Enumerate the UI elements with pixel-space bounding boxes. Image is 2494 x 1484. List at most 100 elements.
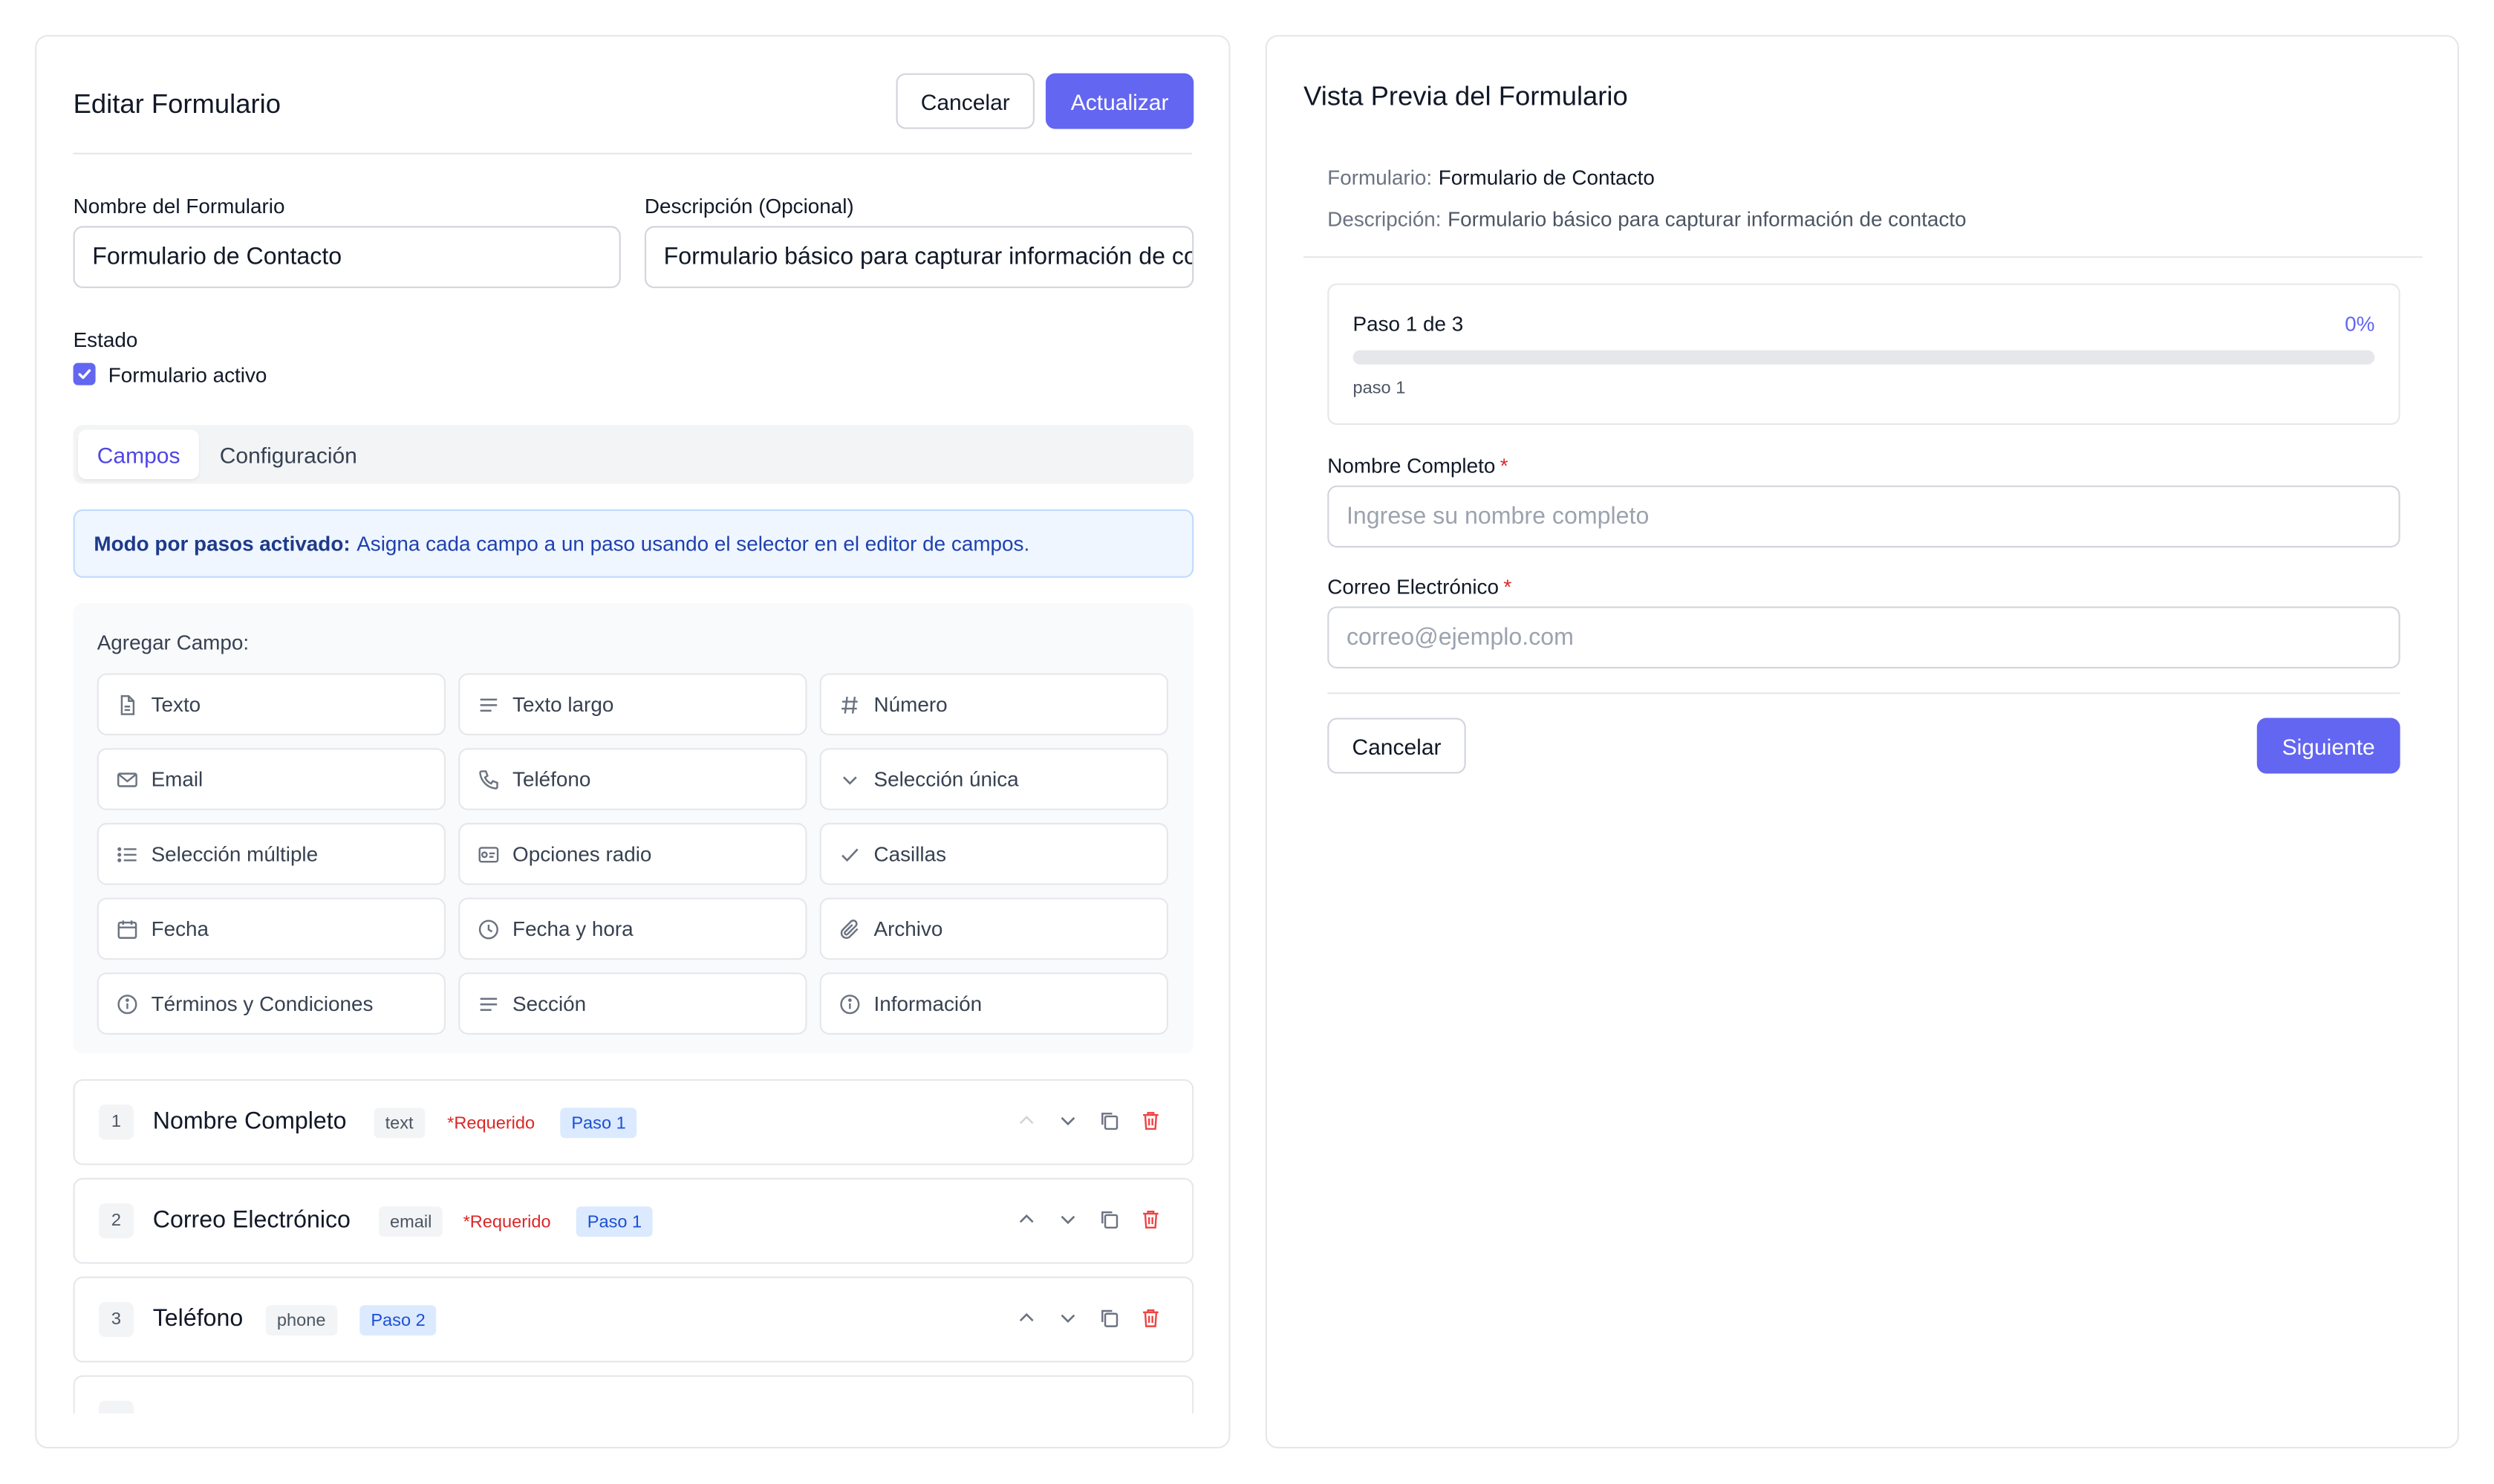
step-badge: Paso 1: [576, 1206, 654, 1237]
editor-header: Editar Formulario Cancelar Actualizar: [73, 73, 1194, 154]
add-field-multiselect-button[interactable]: Selección múltiple: [97, 822, 446, 885]
add-field-phone-button[interactable]: Teléfono: [458, 748, 807, 810]
field-list-overflow: [36, 1375, 1228, 1413]
field-row-nombre-completo[interactable]: 1 Nombre Completo text *Requerido Paso 1: [73, 1078, 1194, 1165]
field-type-label: Selección única: [873, 767, 1019, 792]
move-down-icon[interactable]: [1057, 1208, 1079, 1231]
add-field-number-button[interactable]: Número: [819, 673, 1168, 736]
field-type-label: Texto largo: [512, 692, 614, 717]
duplicate-icon[interactable]: [1098, 1306, 1121, 1329]
check-icon: [78, 369, 91, 380]
move-up-icon[interactable]: [1015, 1306, 1038, 1329]
check-icon: [841, 847, 859, 862]
align-left-icon: [480, 697, 498, 711]
add-field-checkbox-button[interactable]: Casillas: [819, 822, 1168, 885]
add-field-email-button[interactable]: Email: [97, 748, 446, 810]
step-badge: Paso 1: [560, 1107, 637, 1139]
field-type-label: Archivo: [873, 917, 943, 941]
add-field-select-button[interactable]: Selección única: [819, 748, 1168, 810]
step-badge: Paso 2: [359, 1305, 437, 1335]
step-mode-info-banner: Modo por pasos activado: Asigna cada cam…: [73, 509, 1194, 578]
preview-form-value: Formulario de Contacto: [1438, 165, 1655, 190]
preview-form-name: Formulario: Formulario de Contacto: [1327, 166, 1655, 189]
add-field-datetime-button[interactable]: Fecha y hora: [458, 897, 807, 960]
add-field-info-button[interactable]: Información: [819, 972, 1168, 1035]
nombre-completo-input[interactable]: Ingrese su nombre completo: [1327, 485, 2400, 548]
preview-form-description: Descripción: Formulario básico para captu…: [1327, 207, 1966, 231]
nombre-completo-label-text: Nombre Completo: [1327, 453, 1496, 478]
radio-icon: [478, 846, 499, 862]
field-type-label: Fecha y hora: [512, 917, 634, 941]
duplicate-icon[interactable]: [1098, 1208, 1121, 1231]
next-button[interactable]: Siguiente: [2256, 717, 2400, 774]
calendar-icon: [117, 920, 137, 938]
field-type-label: Opciones radio: [512, 842, 652, 866]
progress-percent: 0%: [2345, 312, 2375, 336]
field-name: Teléfono: [152, 1305, 244, 1332]
tab-campos[interactable]: Campos: [78, 429, 200, 480]
active-checkbox[interactable]: [73, 362, 96, 385]
preview-cancel-button[interactable]: Cancelar: [1327, 717, 1466, 774]
field-row-correo-electronico[interactable]: 2 Correo Electrónico email *Requerido Pa…: [73, 1177, 1194, 1264]
preview-title: Vista Previa del Formulario: [1303, 81, 1628, 112]
delete-icon[interactable]: [1139, 1110, 1162, 1132]
preview-desc-label: Descripción:: [1327, 206, 1442, 231]
step-progress-card: Paso 1 de 3 0% paso 1: [1327, 283, 2400, 426]
field-type-label: Número: [873, 692, 948, 717]
field-type-label: Términos y Condiciones: [151, 992, 374, 1016]
required-badge: *Requerido: [447, 1113, 535, 1133]
field-row-telefono[interactable]: 3 Teléfono phone Paso 2: [73, 1276, 1194, 1363]
field-name: Correo Electrónico: [152, 1206, 351, 1234]
field-type-label: Selección múltiple: [151, 842, 319, 866]
add-field-text-button[interactable]: Texto: [97, 673, 446, 736]
add-field-file-button[interactable]: Archivo: [819, 897, 1168, 960]
tab-configuracion[interactable]: Configuración: [201, 430, 377, 479]
delete-icon[interactable]: [1139, 1306, 1162, 1329]
move-up-icon[interactable]: [1015, 1110, 1038, 1132]
field-type-label: Texto: [151, 692, 201, 717]
divider: [1303, 256, 2423, 258]
preview-form-label: Formulario:: [1327, 165, 1433, 190]
move-up-icon[interactable]: [1015, 1208, 1038, 1231]
divider: [1327, 692, 2400, 694]
form-name-label: Nombre del Formulario: [73, 194, 285, 218]
mail-icon: [117, 772, 137, 787]
form-preview-panel: Vista Previa del Formulario Formulario: F…: [1265, 35, 2459, 1449]
info-icon: [840, 994, 860, 1014]
nombre-completo-label: Nombre Completo *: [1327, 454, 1508, 478]
form-name-input[interactable]: Formulario de Contacto: [73, 226, 621, 288]
clock-icon: [478, 919, 498, 939]
add-field-section-button[interactable]: Sección: [458, 972, 807, 1035]
field-order-number: [98, 1400, 134, 1413]
add-field-radio-button[interactable]: Opciones radio: [458, 822, 807, 885]
preview-desc-value: Formulario básico para capturar informac…: [1448, 206, 1967, 231]
duplicate-icon[interactable]: [1098, 1110, 1121, 1132]
cancel-button[interactable]: Cancelar: [896, 73, 1035, 129]
add-field-title: Agregar Campo:: [97, 630, 250, 654]
step-indicator: Paso 1 de 3: [1352, 312, 1464, 336]
delete-icon[interactable]: [1139, 1208, 1162, 1231]
add-field-textarea-button[interactable]: Texto largo: [458, 673, 807, 736]
move-down-icon[interactable]: [1057, 1306, 1079, 1329]
correo-electronico-input[interactable]: correo@ejemplo.com: [1327, 606, 2400, 669]
correo-electronico-label-text: Correo Electrónico: [1327, 574, 1499, 599]
form-editor-panel: Editar Formulario Cancelar Actualizar No…: [35, 35, 1231, 1449]
field-row-partial[interactable]: [73, 1375, 1194, 1413]
form-description-input[interactable]: Formulario básico para capturar informac…: [644, 226, 1194, 288]
progress-bar: [1352, 350, 2375, 365]
field-name: Nombre Completo: [152, 1107, 347, 1135]
field-type-label: Fecha: [151, 917, 209, 941]
move-down-icon[interactable]: [1057, 1110, 1079, 1132]
info-banner-text: Asigna cada campo a un paso usando el se…: [356, 531, 1030, 556]
info-icon: [117, 994, 137, 1014]
update-button[interactable]: Actualizar: [1045, 73, 1194, 129]
required-asterisk: *: [1500, 453, 1508, 478]
active-checkbox-label: Formulario activo: [108, 362, 267, 387]
field-type-badge: email: [379, 1206, 443, 1237]
field-type-badge: text: [374, 1107, 425, 1139]
add-field-date-button[interactable]: Fecha: [97, 897, 446, 960]
required-badge: *Requerido: [463, 1211, 551, 1231]
chevron-down-icon: [842, 775, 857, 784]
correo-electronico-label: Correo Electrónico *: [1327, 575, 1511, 599]
add-field-terms-button[interactable]: Términos y Condiciones: [97, 972, 446, 1035]
